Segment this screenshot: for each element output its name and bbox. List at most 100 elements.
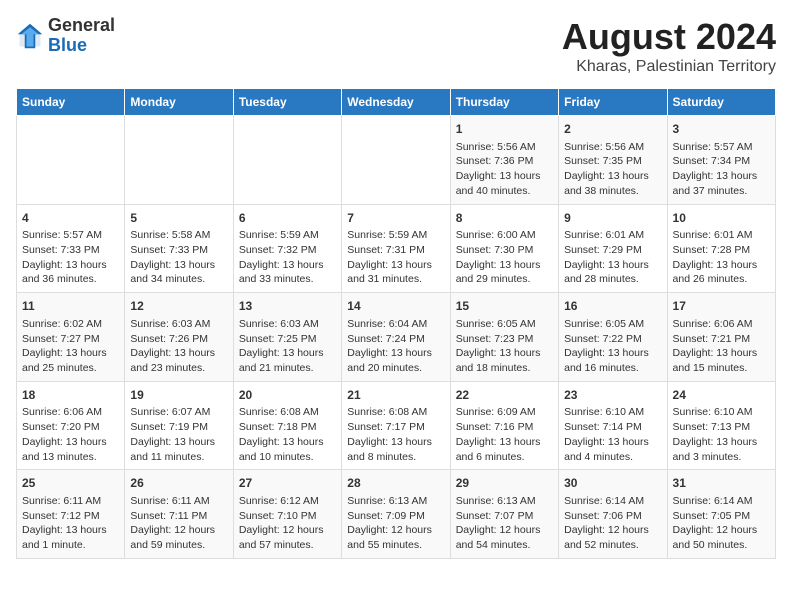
day-info: Sunrise: 6:01 AM Sunset: 7:28 PM Dayligh… xyxy=(673,228,770,287)
day-number: 6 xyxy=(239,210,336,227)
day-info: Sunrise: 6:10 AM Sunset: 7:13 PM Dayligh… xyxy=(673,405,770,464)
day-info: Sunrise: 6:05 AM Sunset: 7:22 PM Dayligh… xyxy=(564,317,661,376)
day-number: 25 xyxy=(22,475,119,492)
day-info: Sunrise: 6:06 AM Sunset: 7:21 PM Dayligh… xyxy=(673,317,770,376)
day-cell: 2 Sunrise: 5:56 AM Sunset: 7:35 PM Daylig… xyxy=(559,116,667,205)
day-cell: 18Sunrise: 6:06 AM Sunset: 7:20 PM Dayli… xyxy=(17,381,125,470)
day-number: 17 xyxy=(673,298,770,315)
day-number: 19 xyxy=(130,387,227,404)
day-info: Sunrise: 5:56 AM Sunset: 7:35 PM Dayligh… xyxy=(564,140,661,199)
day-number: 13 xyxy=(239,298,336,315)
day-cell: 5Sunrise: 5:58 AM Sunset: 7:33 PM Daylig… xyxy=(125,204,233,293)
day-number: 22 xyxy=(456,387,553,404)
day-info: Sunrise: 6:11 AM Sunset: 7:12 PM Dayligh… xyxy=(22,494,119,553)
day-header-friday: Friday xyxy=(559,89,667,116)
day-number: 18 xyxy=(22,387,119,404)
day-cell: 29Sunrise: 6:13 AM Sunset: 7:07 PM Dayli… xyxy=(450,470,558,559)
day-info: Sunrise: 6:14 AM Sunset: 7:06 PM Dayligh… xyxy=(564,494,661,553)
day-header-wednesday: Wednesday xyxy=(342,89,450,116)
day-cell: 8Sunrise: 6:00 AM Sunset: 7:30 PM Daylig… xyxy=(450,204,558,293)
day-info: Sunrise: 6:00 AM Sunset: 7:30 PM Dayligh… xyxy=(456,228,553,287)
day-info: Sunrise: 6:03 AM Sunset: 7:26 PM Dayligh… xyxy=(130,317,227,376)
day-cell: 10Sunrise: 6:01 AM Sunset: 7:28 PM Dayli… xyxy=(667,204,775,293)
day-number: 16 xyxy=(564,298,661,315)
day-cell: 16 Sunrise: 6:05 AM Sunset: 7:22 PM Dayli… xyxy=(559,293,667,382)
calendar-table: SundayMondayTuesdayWednesdayThursdayFrid… xyxy=(16,88,776,559)
day-number: 2 xyxy=(564,121,661,138)
day-cell: 9Sunrise: 6:01 AM Sunset: 7:29 PM Daylig… xyxy=(559,204,667,293)
day-cell: 31 Sunrise: 6:14 AM Sunset: 7:05 PM Dayli… xyxy=(667,470,775,559)
day-info: Sunrise: 6:06 AM Sunset: 7:20 PM Dayligh… xyxy=(22,405,119,464)
title-block: August 2024 Kharas, Palestinian Territor… xyxy=(562,16,776,76)
day-number: 8 xyxy=(456,210,553,227)
day-cell: 14 Sunrise: 6:04 AM Sunset: 7:24 PM Dayli… xyxy=(342,293,450,382)
day-cell: 11Sunrise: 6:02 AM Sunset: 7:27 PM Dayli… xyxy=(17,293,125,382)
day-info: Sunrise: 5:58 AM Sunset: 7:33 PM Dayligh… xyxy=(130,228,227,287)
week-row-1: 1 Sunrise: 5:56 AM Sunset: 7:36 PM Daylig… xyxy=(17,116,776,205)
day-number: 27 xyxy=(239,475,336,492)
day-number: 9 xyxy=(564,210,661,227)
day-info: Sunrise: 6:13 AM Sunset: 7:09 PM Dayligh… xyxy=(347,494,444,553)
day-number: 29 xyxy=(456,475,553,492)
day-cell: 1 Sunrise: 5:56 AM Sunset: 7:36 PM Daylig… xyxy=(450,116,558,205)
day-cell xyxy=(342,116,450,205)
day-cell: 20Sunrise: 6:08 AM Sunset: 7:18 PM Dayli… xyxy=(233,381,341,470)
day-number: 15 xyxy=(456,298,553,315)
day-header-thursday: Thursday xyxy=(450,89,558,116)
day-number: 26 xyxy=(130,475,227,492)
day-header-monday: Monday xyxy=(125,89,233,116)
day-cell: 27Sunrise: 6:12 AM Sunset: 7:10 PM Dayli… xyxy=(233,470,341,559)
day-number: 5 xyxy=(130,210,227,227)
day-info: Sunrise: 6:14 AM Sunset: 7:05 PM Dayligh… xyxy=(673,494,770,553)
day-number: 1 xyxy=(456,121,553,138)
day-info: Sunrise: 6:09 AM Sunset: 7:16 PM Dayligh… xyxy=(456,405,553,464)
day-cell: 17 Sunrise: 6:06 AM Sunset: 7:21 PM Dayli… xyxy=(667,293,775,382)
day-number: 10 xyxy=(673,210,770,227)
day-info: Sunrise: 5:59 AM Sunset: 7:31 PM Dayligh… xyxy=(347,228,444,287)
day-number: 3 xyxy=(673,121,770,138)
day-cell xyxy=(233,116,341,205)
day-number: 28 xyxy=(347,475,444,492)
day-cell: 23Sunrise: 6:10 AM Sunset: 7:14 PM Dayli… xyxy=(559,381,667,470)
day-cell: 21Sunrise: 6:08 AM Sunset: 7:17 PM Dayli… xyxy=(342,381,450,470)
day-info: Sunrise: 6:11 AM Sunset: 7:11 PM Dayligh… xyxy=(130,494,227,553)
day-cell: 24Sunrise: 6:10 AM Sunset: 7:13 PM Dayli… xyxy=(667,381,775,470)
main-title: August 2024 xyxy=(562,16,776,58)
day-info: Sunrise: 6:04 AM Sunset: 7:24 PM Dayligh… xyxy=(347,317,444,376)
day-info: Sunrise: 6:02 AM Sunset: 7:27 PM Dayligh… xyxy=(22,317,119,376)
day-info: Sunrise: 6:01 AM Sunset: 7:29 PM Dayligh… xyxy=(564,228,661,287)
day-info: Sunrise: 5:56 AM Sunset: 7:36 PM Dayligh… xyxy=(456,140,553,199)
logo-icon xyxy=(16,22,44,50)
day-cell xyxy=(17,116,125,205)
day-number: 31 xyxy=(673,475,770,492)
day-cell: 25 Sunrise: 6:11 AM Sunset: 7:12 PM Dayli… xyxy=(17,470,125,559)
day-info: Sunrise: 5:59 AM Sunset: 7:32 PM Dayligh… xyxy=(239,228,336,287)
day-number: 14 xyxy=(347,298,444,315)
day-number: 7 xyxy=(347,210,444,227)
sub-title: Kharas, Palestinian Territory xyxy=(562,58,776,76)
day-cell: 7Sunrise: 5:59 AM Sunset: 7:31 PM Daylig… xyxy=(342,204,450,293)
header-row: SundayMondayTuesdayWednesdayThursdayFrid… xyxy=(17,89,776,116)
logo-general: General xyxy=(48,15,115,35)
page-header: General Blue August 2024 Kharas, Palesti… xyxy=(16,16,776,76)
day-header-saturday: Saturday xyxy=(667,89,775,116)
day-number: 20 xyxy=(239,387,336,404)
day-info: Sunrise: 5:57 AM Sunset: 7:33 PM Dayligh… xyxy=(22,228,119,287)
day-cell: 3Sunrise: 5:57 AM Sunset: 7:34 PM Daylig… xyxy=(667,116,775,205)
logo: General Blue xyxy=(16,16,115,56)
logo-text: General Blue xyxy=(48,16,115,56)
logo-blue: Blue xyxy=(48,35,87,55)
day-info: Sunrise: 6:10 AM Sunset: 7:14 PM Dayligh… xyxy=(564,405,661,464)
day-cell xyxy=(125,116,233,205)
week-row-5: 25 Sunrise: 6:11 AM Sunset: 7:12 PM Dayli… xyxy=(17,470,776,559)
day-info: Sunrise: 6:07 AM Sunset: 7:19 PM Dayligh… xyxy=(130,405,227,464)
day-cell: 15 Sunrise: 6:05 AM Sunset: 7:23 PM Dayli… xyxy=(450,293,558,382)
day-info: Sunrise: 6:05 AM Sunset: 7:23 PM Dayligh… xyxy=(456,317,553,376)
day-cell: 26 Sunrise: 6:11 AM Sunset: 7:11 PM Dayli… xyxy=(125,470,233,559)
day-number: 30 xyxy=(564,475,661,492)
week-row-2: 4Sunrise: 5:57 AM Sunset: 7:33 PM Daylig… xyxy=(17,204,776,293)
day-number: 24 xyxy=(673,387,770,404)
day-number: 23 xyxy=(564,387,661,404)
day-number: 12 xyxy=(130,298,227,315)
day-cell: 4Sunrise: 5:57 AM Sunset: 7:33 PM Daylig… xyxy=(17,204,125,293)
